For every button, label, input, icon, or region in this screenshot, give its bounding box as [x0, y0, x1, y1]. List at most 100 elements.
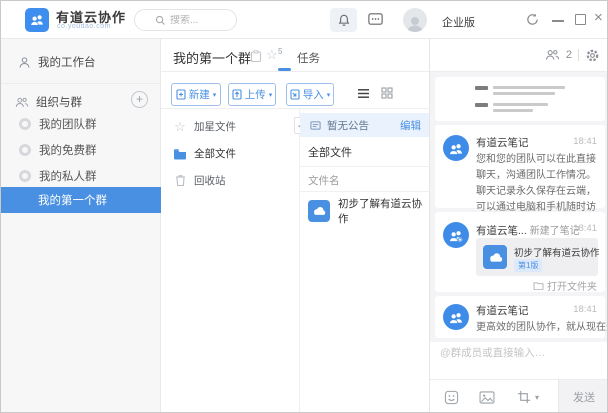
tree-label: 回收站 [194, 173, 226, 188]
message-body: 更高效的团队协作，就从现在开始^_^ [476, 320, 597, 336]
chat-header: 2 [430, 39, 608, 72]
group-dot-icon [19, 144, 31, 156]
minimize-button[interactable] [552, 20, 564, 22]
divider [300, 166, 429, 167]
app-domain: co.youdao.com [57, 23, 111, 30]
new-button[interactable]: 新建 ▾ [171, 83, 221, 106]
truncated-message-card [435, 77, 605, 121]
clipboard-icon[interactable] [250, 50, 262, 63]
upload-button[interactable]: 上传 ▾ [228, 83, 276, 106]
close-button[interactable]: × [594, 10, 603, 25]
group-label: 我的私人群 [39, 168, 97, 184]
files-section-title: 全部文件 [308, 144, 352, 160]
chat-message-input[interactable] [440, 347, 600, 359]
person-icon [17, 56, 31, 69]
note-title: 初步了解有道云协作 [514, 245, 600, 259]
messages-button[interactable] [367, 11, 384, 28]
app-window: 有道云协作 co.youdao.com [0, 0, 608, 413]
sender-name: 有道云笔记 [476, 135, 529, 150]
message-time: 18:41 [573, 136, 597, 147]
truncated-text-line [493, 109, 533, 112]
import-icon [290, 89, 300, 100]
truncated-text-line [475, 86, 488, 90]
chat-message: 有道云笔记 18:41 您和您的团队可以在此直接聊天，沟通团队工作情况。聊天记录… [435, 125, 605, 208]
announcement-bar[interactable]: 暂无公告 编辑 [300, 113, 429, 137]
emoji-button[interactable] [444, 390, 459, 405]
image-button[interactable] [479, 391, 495, 404]
sidebar-item-workspace[interactable]: 我的工作台 [1, 49, 161, 75]
open-folder-link[interactable]: 打开文件夹 [533, 278, 597, 293]
trash-icon [173, 174, 187, 187]
message-time: 18:41 [573, 304, 597, 315]
search-input[interactable] [170, 15, 216, 26]
sender-name: 有道云笔记 [476, 303, 529, 318]
open-folder-label: 打开文件夹 [547, 278, 597, 293]
sidebar-divider [1, 83, 161, 84]
truncated-text-line [493, 92, 555, 95]
group-label: 我的第一个群 [38, 192, 107, 208]
star-outline-icon: ☆ [173, 119, 187, 135]
send-button[interactable]: 发送 [558, 380, 608, 413]
caret-down-icon[interactable]: ▾ [535, 393, 539, 402]
tree-item-all-files[interactable]: 全部文件 [161, 140, 299, 167]
sidebar-item-group[interactable]: 我的团队群 [1, 111, 161, 137]
group-dot-icon [19, 170, 31, 182]
screenshot-button[interactable] [517, 390, 531, 404]
add-group-button[interactable]: + [131, 91, 148, 108]
caret-down-icon: ▾ [269, 91, 273, 99]
bell-icon [337, 13, 351, 27]
note-attachment-card[interactable]: 初步了解有道云协作 第1版 [476, 238, 598, 276]
grid-view-toggle[interactable] [381, 87, 393, 99]
chat-panel: 2 [429, 39, 608, 413]
caret-down-icon: ▾ [213, 91, 217, 99]
announcement-icon [308, 120, 322, 131]
chat-toolbar: ▾ 发送 [430, 379, 608, 413]
list-view-toggle[interactable] [357, 88, 370, 99]
import-button-label: 导入 [303, 87, 324, 102]
truncated-text-line [493, 103, 548, 106]
tab-tasks[interactable]: 任务 [297, 50, 320, 66]
member-count: 2 [566, 49, 572, 61]
active-tab-indicator [278, 68, 291, 71]
sender-avatar[interactable] [443, 222, 469, 248]
members-icon[interactable] [545, 49, 560, 61]
message-action: 新建了笔记 [530, 226, 580, 237]
file-list-item[interactable]: 初步了解有道云协作 [300, 195, 429, 227]
import-button[interactable]: 导入 ▾ [286, 83, 334, 106]
tree-item-trash[interactable]: 回收站 [161, 167, 299, 194]
top-bar: 有道云协作 co.youdao.com [1, 1, 607, 39]
group-title: 我的第一个群 [173, 48, 251, 67]
chat-message: 有道云笔... 新建了笔记 18:41 初步了解有道云协作 第1版 [435, 212, 605, 292]
people-icon [15, 96, 29, 109]
gear-icon[interactable] [585, 48, 600, 63]
sidebar-item-group[interactable]: 我的免费群 [1, 137, 161, 163]
sidebar-item-group-selected[interactable]: 我的第一个群 [1, 187, 161, 213]
announcement-text: 暂无公告 [327, 118, 369, 133]
search-icon [155, 15, 166, 26]
filename-column-header: 文件名 [308, 173, 340, 188]
star-count: 5 [278, 47, 282, 56]
edit-announcement-link[interactable]: 编辑 [400, 118, 421, 133]
sidebar: 我的工作台 组织与群 + 我的团队群 我的免费群 我的 [1, 39, 161, 413]
org-section-label: 组织与群 [36, 94, 82, 110]
refresh-button[interactable] [525, 12, 540, 27]
group-dot-icon [19, 118, 31, 130]
group-label: 我的免费群 [39, 142, 97, 158]
user-avatar[interactable] [403, 8, 427, 32]
chat-bubble-icon [367, 11, 384, 28]
folder-icon [173, 148, 187, 160]
notifications-button[interactable] [330, 8, 357, 32]
divider [300, 191, 429, 192]
upload-button-label: 上传 [245, 87, 266, 102]
sender-avatar[interactable] [443, 304, 469, 330]
tree-item-starred[interactable]: ☆ 加星文件 [161, 113, 299, 140]
sender-avatar[interactable] [443, 135, 469, 161]
maximize-button[interactable] [575, 14, 586, 25]
search-box[interactable] [134, 9, 237, 31]
star-icon[interactable]: ☆ [266, 47, 278, 63]
edition-label[interactable]: 企业版 [442, 14, 475, 30]
new-doc-icon [176, 89, 186, 100]
folder-open-icon [533, 281, 544, 290]
sidebar-item-group[interactable]: 我的私人群 [1, 163, 161, 189]
divider [578, 49, 579, 61]
